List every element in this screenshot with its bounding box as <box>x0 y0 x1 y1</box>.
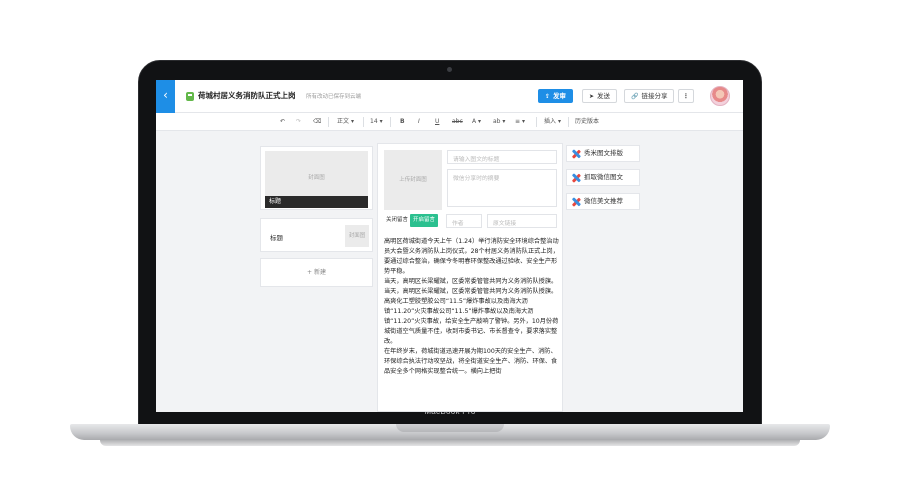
highlight-glyph: ab <box>493 118 501 125</box>
chevron-down-icon: ▾ <box>557 118 561 125</box>
font-size-select[interactable]: 14 ▾ <box>370 116 383 128</box>
paragraph-style-select[interactable]: 正文 ▾ <box>337 116 354 128</box>
save-status: 所有改动已保存到云端 <box>306 94 362 100</box>
xiumi-logo-icon <box>571 197 581 207</box>
bold-button[interactable]: B <box>400 116 405 128</box>
share-label: 链接分享 <box>641 92 668 100</box>
title-input[interactable]: 请输入图文的标题 <box>447 150 557 164</box>
document-icon <box>186 92 194 101</box>
history-button[interactable]: 历史版本 <box>575 116 599 128</box>
align-icon: ≡ <box>515 118 521 125</box>
body-paragraph: 在年终岁末，荷城街道迅速开展为期100天的安全生产、消防、环保综合执法行动攻坚战… <box>384 348 558 375</box>
laptop-shadow <box>100 440 800 446</box>
publish-label: 发审 <box>553 92 567 100</box>
add-article-button[interactable]: + 新建 <box>260 258 373 287</box>
undo-button[interactable]: ↶ <box>280 116 285 128</box>
avatar[interactable] <box>710 86 730 106</box>
send-button[interactable]: ➤ 发送 <box>582 89 618 103</box>
cover-placeholder-label: 封面图 <box>308 175 325 181</box>
italic-button[interactable]: I <box>418 116 420 128</box>
wechat-recommend-label: 微信美文推荐 <box>584 197 623 205</box>
close-comments-option[interactable]: 关闭留言 <box>384 214 410 227</box>
underline-button[interactable]: U <box>435 116 439 128</box>
chevron-down-icon: ▾ <box>350 118 354 125</box>
main-article-card[interactable]: 封面图 标题 <box>260 146 373 210</box>
summary-input[interactable]: 微信分享时的摘要 <box>447 169 557 207</box>
sub-article-thumbnail: 封面图 <box>345 225 369 247</box>
chevron-left-icon: ‹ <box>163 88 168 102</box>
toolbar-divider <box>568 117 569 127</box>
article-body[interactable]: 高明区荷城街道今天上午（1.24）举行消防安全环境综合整治动员大会暨义务消防队上… <box>384 237 559 377</box>
body-paragraph: 高爽化工塑胶塑胶公司“11.5”爆炸事故以及南海大沥镇“11.20”火灾事故公司… <box>384 298 559 345</box>
camera-dot <box>447 67 452 72</box>
toolbar-divider <box>390 117 391 127</box>
open-comments-option[interactable]: 开启留言 <box>410 214 439 227</box>
source-link-input[interactable]: 原文链接 <box>487 214 557 228</box>
back-button[interactable]: ‹ <box>156 80 175 113</box>
cover-image-placeholder: 封面图 标题 <box>265 151 368 208</box>
send-label: 发送 <box>597 92 611 100</box>
toolbar-divider <box>363 117 364 127</box>
paragraph-style-value: 正文 <box>337 118 350 125</box>
format-toolbar: ↶ ↷ ⌫ 正文 ▾ 14 ▾ B I U abc A ▾ ab ▾ ≡ ▾ 插… <box>156 113 743 131</box>
chevron-down-icon: ▾ <box>379 118 383 125</box>
chevron-down-icon: ▾ <box>478 118 482 125</box>
author-input[interactable]: 作者 <box>446 214 482 228</box>
upload-cover-button[interactable]: 上传封面图 <box>384 150 442 210</box>
xiumi-layout-label: 秀米图文排版 <box>584 149 623 157</box>
share-link-button[interactable]: 🔗 链接分享 <box>624 89 675 103</box>
chevron-down-icon: ▾ <box>521 118 525 125</box>
insert-menu[interactable]: 插入 ▾ <box>544 116 561 128</box>
link-icon: 🔗 <box>631 93 639 100</box>
xiumi-layout-button[interactable]: 秀米图文排版 <box>566 145 640 162</box>
insert-label: 插入 <box>544 118 557 125</box>
fetch-wechat-label: 抓取微信图文 <box>584 173 623 181</box>
laptop-notch <box>396 424 504 432</box>
document-title: 荷城村居义务消防队正式上岗 <box>198 91 296 100</box>
align-button[interactable]: ≡ ▾ <box>515 116 525 128</box>
article-editor: 上传封面图 请输入图文的标题 微信分享时的摘要 关闭留言 开启留言 作者 原文链接… <box>377 143 563 412</box>
wechat-recommend-button[interactable]: 微信美文推荐 <box>566 193 640 210</box>
sub-article-title: 标题 <box>270 234 283 242</box>
sub-article-card[interactable]: 标题 封面图 <box>260 218 373 252</box>
fetch-wechat-button[interactable]: 抓取微信图文 <box>566 169 640 186</box>
body-paragraph: 高明区荷城街道今天上午（1.24）举行消防安全环境综合整治动员大会暨义务消防队上… <box>384 238 559 275</box>
toolbar-divider <box>328 117 329 127</box>
eraser-button[interactable]: ⌫ <box>313 116 321 128</box>
publish-button[interactable]: ⇪ 发审 <box>538 89 574 103</box>
body-paragraph: 当天，高明区长梁耀斌，区委常委管管共同为义务消防队授旗。当天，高明区长梁耀斌，区… <box>384 278 558 295</box>
redo-button[interactable]: ↷ <box>296 116 301 128</box>
comment-toggle: 关闭留言 开启留言 <box>384 214 439 227</box>
xiumi-logo-icon <box>571 173 581 183</box>
font-color-button[interactable]: A ▾ <box>472 116 481 128</box>
app-screen: ‹ 荷城村居义务消防队正式上岗 所有改动已保存到云端 ⇪ 发审 ➤ 发送 🔗 链接分享… <box>156 80 743 412</box>
upload-icon: ⇪ <box>545 93 551 100</box>
toolbar-divider <box>536 117 537 127</box>
xiumi-logo-icon <box>571 149 581 159</box>
send-icon: ➤ <box>589 93 595 100</box>
cover-title: 标题 <box>265 196 368 208</box>
top-bar: ‹ 荷城村居义务消防队正式上岗 所有改动已保存到云端 ⇪ 发审 ➤ 发送 🔗 链接分享… <box>156 80 743 113</box>
highlight-button[interactable]: ab ▾ <box>493 116 505 128</box>
strikethrough-button[interactable]: abc <box>452 116 463 128</box>
font-color-glyph: A <box>472 118 477 125</box>
font-size-value: 14 <box>370 118 378 125</box>
chevron-down-icon: ▾ <box>502 118 506 125</box>
more-button[interactable]: ⋮ <box>678 89 694 103</box>
